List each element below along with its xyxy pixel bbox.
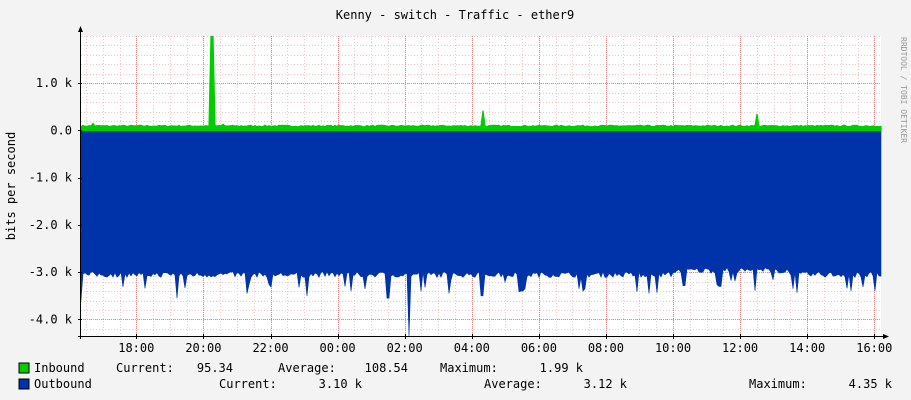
legend-outbound-maximum-label: Maximum: (749, 377, 807, 391)
x-tick-label: 06:00 (521, 341, 557, 355)
x-tick-label: 20:00 (185, 341, 221, 355)
y-tick-label: -4.0 k (29, 313, 73, 327)
x-tick-label: 18:00 (118, 341, 154, 355)
x-tick-label: 08:00 (588, 341, 624, 355)
traffic-chart: Kenny - switch - Traffic - ether9 bits p… (0, 0, 911, 400)
x-tick-label: 02:00 (387, 341, 423, 355)
y-tick-label: -3.0 k (29, 265, 73, 279)
legend-outbound-average-value: 3.12 k (584, 377, 628, 391)
legend-label-inbound: Inbound (34, 361, 85, 375)
legend-swatch-outbound (18, 378, 30, 390)
y-tick-label: 1.0 k (36, 76, 73, 90)
x-tick-label: 12:00 (722, 341, 758, 355)
y-tick-label: -1.0 k (29, 171, 73, 185)
legend-swatch-inbound (18, 362, 30, 374)
legend-outbound-average-label: Average: (484, 377, 542, 391)
legend-inbound-maximum-value: 1.99 k (540, 361, 584, 375)
legend-inbound-current-label: Current: (116, 361, 174, 375)
legend-inbound-average-label: Average: (278, 361, 336, 375)
x-tick-label: 10:00 (655, 341, 691, 355)
x-tick-label: 16:00 (856, 341, 892, 355)
x-tick-label: 22:00 (252, 341, 288, 355)
legend-inbound-maximum-label: Maximum: (440, 361, 498, 375)
legend-outbound-current-label: Current: (219, 377, 277, 391)
y-tick-label: -2.0 k (29, 218, 73, 232)
y-tick-label: 0.0 (50, 124, 72, 138)
chart-title: Kenny - switch - Traffic - ether9 (336, 8, 574, 22)
x-tick-label: 04:00 (454, 341, 490, 355)
x-tick-label: 14:00 (789, 341, 825, 355)
legend-label-outbound: Outbound (34, 377, 92, 391)
legend-inbound-average-value: 108.54 (365, 361, 408, 375)
legend-outbound-maximum-value: 4.35 k (849, 377, 893, 391)
x-tick-label: 00:00 (320, 341, 356, 355)
y-axis-label: bits per second (4, 132, 18, 240)
legend-outbound-current-value: 3.10 k (319, 377, 363, 391)
watermark: RRDTOOL / TOBI OETIKER (899, 37, 908, 143)
legend-inbound-current-value: 95.34 (197, 361, 233, 375)
